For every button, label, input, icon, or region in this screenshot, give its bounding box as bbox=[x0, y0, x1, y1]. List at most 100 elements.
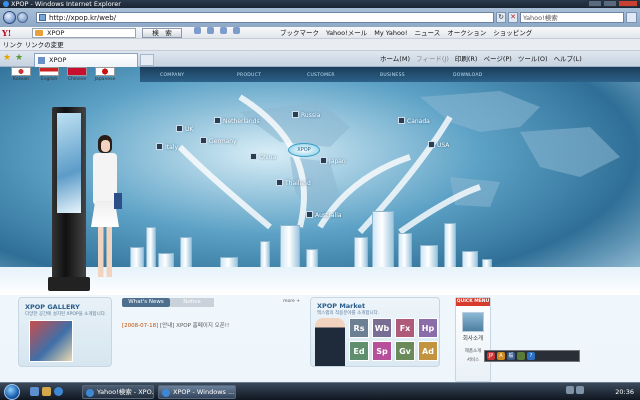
market-tile[interactable]: Ed bbox=[349, 341, 369, 361]
toolbar-highlight-icon[interactable] bbox=[207, 27, 214, 34]
city-germany: Germany bbox=[200, 137, 237, 145]
new-tab-button[interactable] bbox=[140, 54, 154, 66]
ie-icon bbox=[86, 389, 94, 397]
yahoo-logo[interactable]: Y! bbox=[2, 27, 11, 39]
clock[interactable]: 20:36 bbox=[615, 383, 634, 400]
web-page: COMPANY PRODUCT CUSTOMER BUSINESS DOWNLO… bbox=[0, 67, 640, 382]
uk-flag-icon bbox=[39, 67, 59, 76]
system-tray bbox=[566, 386, 584, 394]
yahoo-link-mail[interactable]: Yahoo!メール bbox=[326, 27, 367, 39]
news-text: [안내] XPOP 홈페이지 오픈!! bbox=[160, 323, 230, 329]
yahoo-link-news[interactable]: ニュース bbox=[415, 27, 441, 39]
page-button[interactable]: ページ(P) bbox=[483, 54, 511, 64]
quick-menu-title: QUICK MENU bbox=[456, 298, 490, 306]
url-input[interactable]: http://xpop.kr/web/ bbox=[36, 12, 494, 23]
tab-favicon bbox=[38, 57, 45, 64]
search-icon[interactable] bbox=[626, 12, 637, 23]
ime-mode[interactable]: JP bbox=[487, 352, 495, 360]
ime-language-bar[interactable]: JP A 般 ? bbox=[484, 350, 580, 362]
market-tile[interactable]: Rs bbox=[349, 318, 369, 338]
news-more-link[interactable]: more + bbox=[283, 299, 300, 304]
volume-icon[interactable] bbox=[576, 386, 584, 394]
yahoo-link-bookmark[interactable]: ブックマーク bbox=[280, 27, 319, 39]
market-title: XPOP Market bbox=[317, 302, 366, 310]
market-tile[interactable]: Ad bbox=[418, 341, 438, 361]
nav-business[interactable]: BUSINESS bbox=[380, 73, 405, 78]
close-button[interactable] bbox=[618, 0, 638, 7]
yahoo-search-button[interactable]: 検 索 bbox=[142, 28, 182, 38]
nav-customer[interactable]: CUSTOMER bbox=[307, 73, 335, 78]
lang-english[interactable]: English bbox=[38, 67, 60, 82]
news-item[interactable]: [2008-07-18] [안내] XPOP 홈페이지 오픈!! bbox=[122, 321, 229, 329]
links-label: リンク bbox=[3, 41, 23, 49]
market-tile[interactable]: Sp bbox=[372, 341, 392, 361]
quick-company-link[interactable]: 회사소개 bbox=[456, 334, 490, 342]
ime-tools-icon[interactable] bbox=[517, 352, 525, 360]
taskbar-item-xpop[interactable]: XPOP - Windows ... bbox=[158, 385, 236, 399]
nav-product[interactable]: PRODUCT bbox=[237, 73, 261, 78]
toolbar-options-icon[interactable] bbox=[233, 27, 240, 34]
japan-flag-icon bbox=[95, 67, 115, 76]
feeds-button[interactable]: フィード(J) bbox=[416, 54, 449, 64]
toolbar-icons bbox=[194, 27, 240, 34]
refresh-icon[interactable]: ↻ bbox=[496, 12, 506, 23]
lang-chinese[interactable]: Chinese bbox=[66, 67, 88, 82]
stop-icon[interactable]: ✕ bbox=[508, 12, 518, 23]
home-button[interactable]: ホーム(M) bbox=[380, 54, 410, 64]
nav-download[interactable]: DOWNLOAD bbox=[453, 73, 483, 78]
presenter-figure bbox=[86, 135, 126, 285]
add-favorites-icon[interactable]: ★ bbox=[15, 54, 24, 63]
ime-input[interactable]: A bbox=[497, 352, 505, 360]
tab-whats-news[interactable]: What's News bbox=[122, 298, 170, 307]
market-tile[interactable]: Hp bbox=[418, 318, 438, 338]
network-icon[interactable] bbox=[566, 386, 574, 394]
market-figure bbox=[315, 318, 345, 366]
hero-banner: COMPANY PRODUCT CUSTOMER BUSINESS DOWNLO… bbox=[0, 67, 640, 295]
lang-korean[interactable]: Korean bbox=[10, 67, 32, 82]
forward-button[interactable] bbox=[17, 12, 28, 23]
links-edit[interactable]: リンクの変更 bbox=[25, 41, 64, 49]
taskbar-item-yahoo[interactable]: Yahoo!検索 - XPO... bbox=[82, 385, 154, 399]
minimize-button[interactable] bbox=[588, 0, 602, 7]
building-icon[interactable] bbox=[462, 312, 484, 332]
start-button[interactable] bbox=[4, 384, 20, 400]
kiosk-display bbox=[48, 107, 90, 291]
nav-company[interactable]: COMPANY bbox=[160, 73, 184, 78]
toolbar-tools-icon[interactable] bbox=[220, 27, 227, 34]
tab-notice[interactable]: Notice bbox=[170, 298, 214, 307]
tab-label: XPOP bbox=[49, 56, 67, 64]
show-desktop-icon[interactable] bbox=[30, 387, 39, 396]
yahoo-toolbar: Y! XPOP 検 索 ブックマーク Yahoo!メール My Yahoo! ニ… bbox=[0, 27, 640, 39]
maximize-button[interactable] bbox=[603, 0, 617, 7]
yahoo-link-shopping[interactable]: ショッピング bbox=[493, 27, 532, 39]
yahoo-link-auction[interactable]: オークション bbox=[447, 27, 486, 39]
ime-convert[interactable]: 般 bbox=[507, 352, 515, 360]
lang-japanese[interactable]: Japanese bbox=[94, 67, 116, 82]
news-date: [2008-07-18] bbox=[122, 323, 159, 329]
ie-quicklaunch-icon[interactable] bbox=[54, 387, 63, 396]
toolbar-pen-icon[interactable] bbox=[194, 27, 201, 34]
quick-menu: QUICK MENU 회사소개 제품소개 서비스 bbox=[455, 297, 491, 382]
site-nav: COMPANY PRODUCT CUSTOMER BUSINESS DOWNLO… bbox=[140, 67, 640, 82]
yahoo-search-input[interactable]: XPOP bbox=[32, 28, 136, 38]
help-button[interactable]: ヘルプ(L) bbox=[554, 54, 582, 64]
korea-flag-icon bbox=[11, 67, 31, 76]
folder-icon[interactable] bbox=[42, 387, 51, 396]
market-tile[interactable]: Gv bbox=[395, 341, 415, 361]
back-button[interactable] bbox=[3, 11, 16, 24]
favorites-star-icon[interactable]: ★ bbox=[3, 54, 12, 63]
page-icon bbox=[39, 14, 46, 21]
gallery-panel[interactable]: XPOP GALLERY 다양한 공간에 설치된 XPOP을 소개합니다. bbox=[18, 297, 112, 367]
ime-help-icon[interactable]: ? bbox=[527, 352, 535, 360]
tools-button[interactable]: ツール(O) bbox=[518, 54, 548, 64]
search-input[interactable]: Yahoo!検索 bbox=[520, 12, 624, 23]
address-bar: http://xpop.kr/web/ ↻ ✕ Yahoo!検索 bbox=[0, 8, 640, 27]
pen-icon bbox=[35, 30, 43, 36]
language-selector: Korean English Chinese Japanese bbox=[10, 67, 116, 82]
print-button[interactable]: 印刷(R) bbox=[455, 54, 478, 64]
tab-xpop[interactable]: XPOP bbox=[34, 53, 138, 67]
yahoo-link-my[interactable]: My Yahoo! bbox=[374, 27, 407, 39]
market-tile[interactable]: Wb bbox=[372, 318, 392, 338]
gallery-image[interactable] bbox=[29, 320, 73, 362]
market-tile[interactable]: Fx bbox=[395, 318, 415, 338]
